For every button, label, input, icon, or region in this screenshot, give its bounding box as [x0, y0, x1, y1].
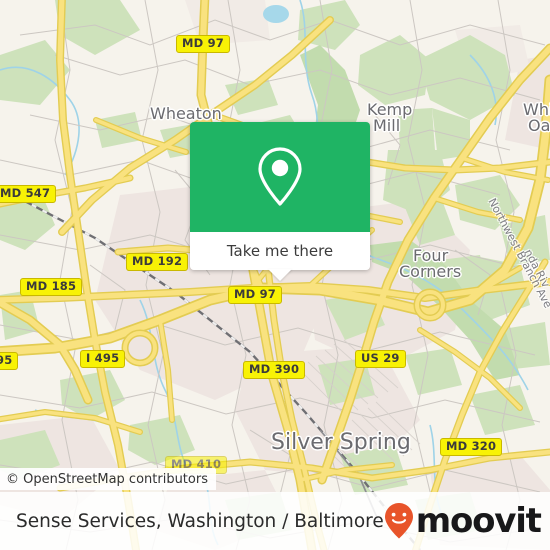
moovit-pin-icon — [384, 503, 413, 539]
road-shield: US 29 — [355, 350, 406, 368]
take-me-there-button[interactable]: Take me there — [190, 232, 370, 270]
road-shield: MD 547 — [0, 185, 57, 203]
footer-brand-bar: Sense Services, Washington / Baltimore m… — [0, 492, 550, 550]
take-me-there-label: Take me there — [226, 242, 334, 260]
road-shield: I 495 — [80, 350, 126, 368]
moovit-logo[interactable]: moovit — [384, 501, 542, 541]
road-shield: MD 192 — [126, 253, 189, 271]
page-title: Sense Services, Washington / Baltimore — [16, 510, 384, 532]
moovit-wordmark: moovit — [415, 501, 542, 541]
osm-attribution[interactable]: © OpenStreetMap contributors — [0, 468, 216, 490]
callout-image-panel — [190, 122, 370, 232]
osm-attribution-text: © OpenStreetMap contributors — [6, 471, 208, 487]
road-shield: MD 97 — [176, 35, 230, 53]
map-pin-icon — [258, 147, 302, 206]
road-shield: MD 390 — [243, 361, 306, 379]
screenshot-root: WheatonKempMillWhitOakFourCornersSilver … — [0, 0, 550, 550]
road-shield: MD 97 — [228, 286, 282, 304]
road-shield: MD 185 — [20, 278, 83, 296]
callout-pointer-tail — [268, 269, 292, 281]
road-shield: MD 320 — [440, 438, 503, 456]
location-callout-card[interactable]: Take me there — [190, 122, 370, 281]
road-shield: 95 — [0, 352, 19, 370]
